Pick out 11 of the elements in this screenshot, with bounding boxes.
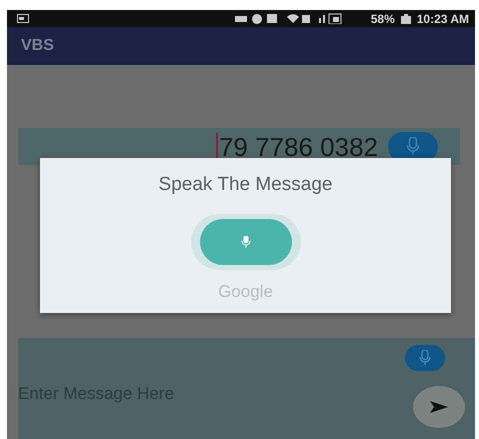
battery-icon xyxy=(400,14,411,24)
clock-time: 10:23 AM xyxy=(416,12,469,26)
microphone-icon xyxy=(240,236,250,248)
send-icon xyxy=(430,401,448,413)
send-button[interactable] xyxy=(413,386,465,428)
battery-percentage: 58% xyxy=(370,12,395,26)
microphone-icon xyxy=(419,350,431,366)
microphone-icon xyxy=(406,137,420,156)
image-icon xyxy=(17,14,29,23)
app-title: VBS xyxy=(21,37,54,55)
dialog-title: Speak The Message xyxy=(158,174,332,196)
